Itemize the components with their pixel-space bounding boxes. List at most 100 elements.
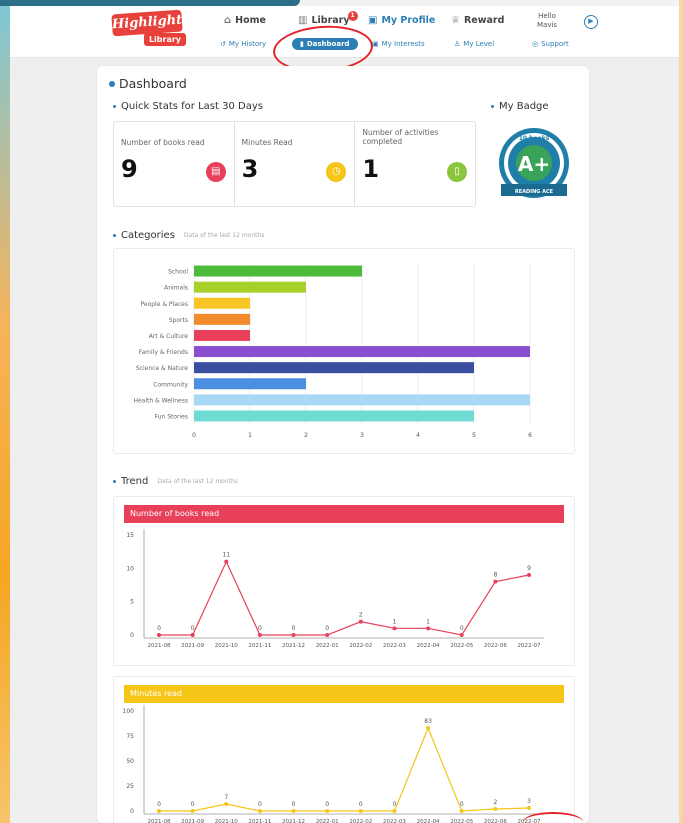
x-tick-label: 1 (248, 432, 252, 439)
bullet-dot (491, 105, 494, 108)
badge-heading: My Badge (491, 101, 549, 112)
nav-profile-label: My Profile (381, 15, 436, 26)
data-point (157, 809, 161, 813)
data-label: 7 (224, 794, 228, 801)
x-tick-label: 2021-08 (148, 643, 171, 649)
library-icon: ▥ (298, 15, 308, 26)
data-point (459, 809, 464, 813)
subnav-my-interests[interactable]: ▣ My Interests (372, 40, 425, 48)
data-label: 2 (359, 612, 363, 619)
categories-bar-chart: 0 1 2 3 4 5 6 School Animals People & Places Sport… (133, 263, 532, 439)
nav-reward[interactable]: ♕ Reward (451, 15, 504, 26)
x-tick-label: 2022-05 (450, 819, 473, 823)
bullet-dot (113, 480, 116, 483)
x-tick-label: 2021-10 (215, 819, 238, 823)
category-bar (194, 313, 250, 325)
nav-home[interactable]: ⌂ Home (224, 15, 266, 26)
badge-ribbon-text: READING ACE (515, 189, 554, 195)
category-label: People & Places (140, 301, 188, 308)
y-tick-label: 50 (126, 758, 134, 765)
stat-label: Number of books read (121, 138, 205, 147)
category-label: Fun Stories (155, 413, 188, 420)
category-label: Art & Culture (149, 333, 189, 340)
nav-library-label: Library (311, 15, 350, 26)
subnav-support[interactable]: ◎ Support (532, 40, 569, 48)
data-label: 0 (325, 801, 329, 808)
trophy-icon: ♕ (451, 15, 460, 26)
data-label: 1 (393, 618, 397, 625)
support-icon: ◎ (532, 40, 539, 48)
x-tick-label: 2022-06 (484, 643, 507, 649)
trend-title: Trend (121, 476, 149, 487)
x-tick-label: 6 (528, 432, 532, 439)
x-tick-label: 2022-02 (349, 819, 372, 823)
logout-icon[interactable]: ▶ (584, 15, 598, 29)
data-point (157, 633, 161, 637)
data-label: 8 (493, 572, 497, 579)
data-label: 0 (460, 625, 464, 632)
subnav-support-label: Support (541, 40, 569, 48)
x-tick-label: 2022-01 (316, 819, 339, 823)
categories-subtitle: Data of the last 12 months (183, 232, 265, 239)
minutes-line-chart: 0 25 50 75 100 0 2021-08 0 2021-09 7 2021-10 0 2021-… (123, 705, 544, 823)
data-point (459, 633, 464, 637)
nav-library[interactable]: ▥ Library 1 (298, 11, 358, 26)
interests-icon: ▣ (372, 40, 379, 48)
category-bar (194, 394, 530, 406)
y-tick-label: 5 (130, 599, 134, 606)
data-point (358, 619, 363, 624)
series-line (159, 560, 530, 636)
data-point (190, 633, 195, 637)
x-tick-label: 2022-06 (484, 819, 507, 823)
badge-top-text: 10 books (519, 135, 550, 142)
category-label: Health & Wellness (133, 397, 188, 404)
quick-stats-card: Number of books read 9 ▤ Minutes Read 3 … (113, 121, 476, 207)
y-tick-label: 100 (123, 708, 135, 715)
data-point (325, 809, 330, 813)
x-tick-label: 5 (472, 432, 476, 439)
y-tick-label: 15 (126, 532, 134, 539)
trend-subtitle: Data of the last 12 months (157, 478, 238, 485)
x-tick-label: 0 (192, 432, 196, 439)
y-tick-label: 0 (130, 632, 134, 639)
decorative-edge-right (679, 0, 683, 823)
subnav-my-history[interactable]: ↺ My History (220, 40, 266, 48)
activity-icon: ▯ (447, 162, 468, 182)
categories-title: Categories (121, 230, 175, 241)
category-bar (194, 265, 362, 277)
data-point (527, 573, 531, 577)
minutes-trend-card: Minutes read 0 25 50 75 100 0 2021-08 0 2021-09 7… (113, 676, 575, 823)
x-tick-label: 2022-01 (316, 643, 339, 649)
data-label: 2 (493, 799, 497, 806)
x-tick-label: 2022-07 (518, 643, 541, 649)
greeting-hello: Hello (538, 12, 556, 20)
data-point (527, 806, 531, 810)
badge-grade: A+ (518, 152, 550, 176)
data-label: 0 (393, 801, 397, 808)
data-point (426, 626, 431, 631)
data-label: 9 (527, 565, 531, 572)
data-point (257, 633, 262, 637)
data-point (392, 626, 397, 631)
y-tick-label: 10 (126, 565, 134, 572)
y-tick-label: 25 (126, 783, 134, 790)
data-label: 1 (426, 618, 430, 625)
history-icon: ↺ (220, 40, 226, 48)
y-tick-label: 0 (130, 808, 134, 815)
data-point (224, 559, 229, 564)
dashboard-panel: Dashboard Quick Stats for Last 30 Days M… (97, 66, 589, 823)
data-label: 11 (222, 552, 230, 559)
data-point (325, 633, 330, 637)
nav-my-profile[interactable]: ▣ My Profile (368, 15, 435, 26)
x-tick-label: 2021-10 (215, 643, 238, 649)
category-bar (194, 346, 530, 358)
page-title-text: Dashboard (119, 76, 187, 91)
x-tick-label: 2 (304, 432, 308, 439)
data-point (358, 809, 363, 813)
stat-activities-completed: Number of activities completed 1 ▯ (355, 122, 475, 206)
library-badge: 1 (347, 11, 358, 21)
nav-home-label: Home (235, 15, 266, 26)
subnav-my-level[interactable]: ♙ My Level (454, 40, 494, 48)
clock-icon: ◷ (326, 162, 347, 182)
title-dot (109, 80, 115, 87)
